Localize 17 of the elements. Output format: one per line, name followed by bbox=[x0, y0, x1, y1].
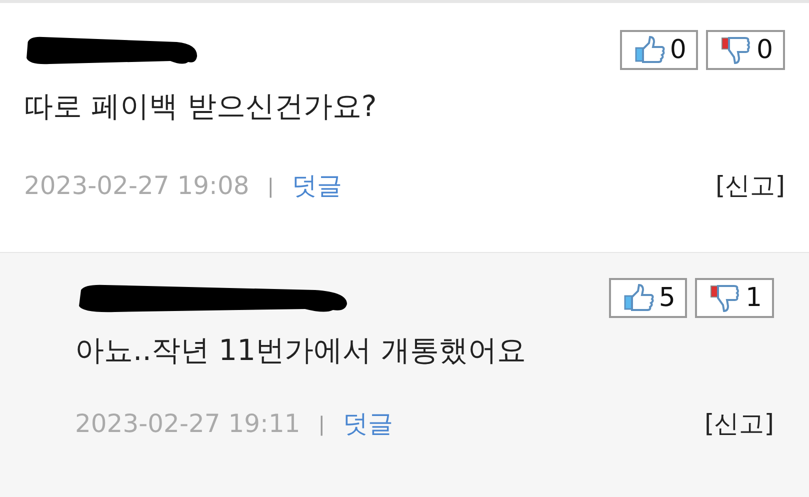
report-link[interactable]: [신고] bbox=[715, 169, 785, 202]
thumbs-up-icon bbox=[622, 284, 655, 312]
dislike-button[interactable]: 1 bbox=[695, 278, 774, 318]
reply-link[interactable]: 덧글 bbox=[292, 169, 342, 202]
timestamp: 2023-02-27 19:11 bbox=[75, 409, 300, 438]
comment-text: 따로 페이백 받으신건가요? bbox=[24, 88, 378, 125]
thumbs-down-icon bbox=[709, 284, 742, 312]
like-button[interactable]: 5 bbox=[608, 278, 688, 318]
thumbs-down-icon bbox=[720, 36, 752, 64]
separator: | bbox=[267, 174, 274, 198]
dislike-button[interactable]: 0 bbox=[706, 30, 785, 70]
separator: | bbox=[318, 412, 326, 436]
comment-text: 아뇨..작년 11번가에서 개통했어요 bbox=[75, 332, 527, 369]
like-button[interactable]: 0 bbox=[620, 30, 698, 70]
timestamp: 2023-02-27 19:08 bbox=[24, 171, 250, 200]
report-link[interactable]: [신고] bbox=[704, 407, 774, 440]
thumbs-up-icon bbox=[634, 36, 666, 64]
